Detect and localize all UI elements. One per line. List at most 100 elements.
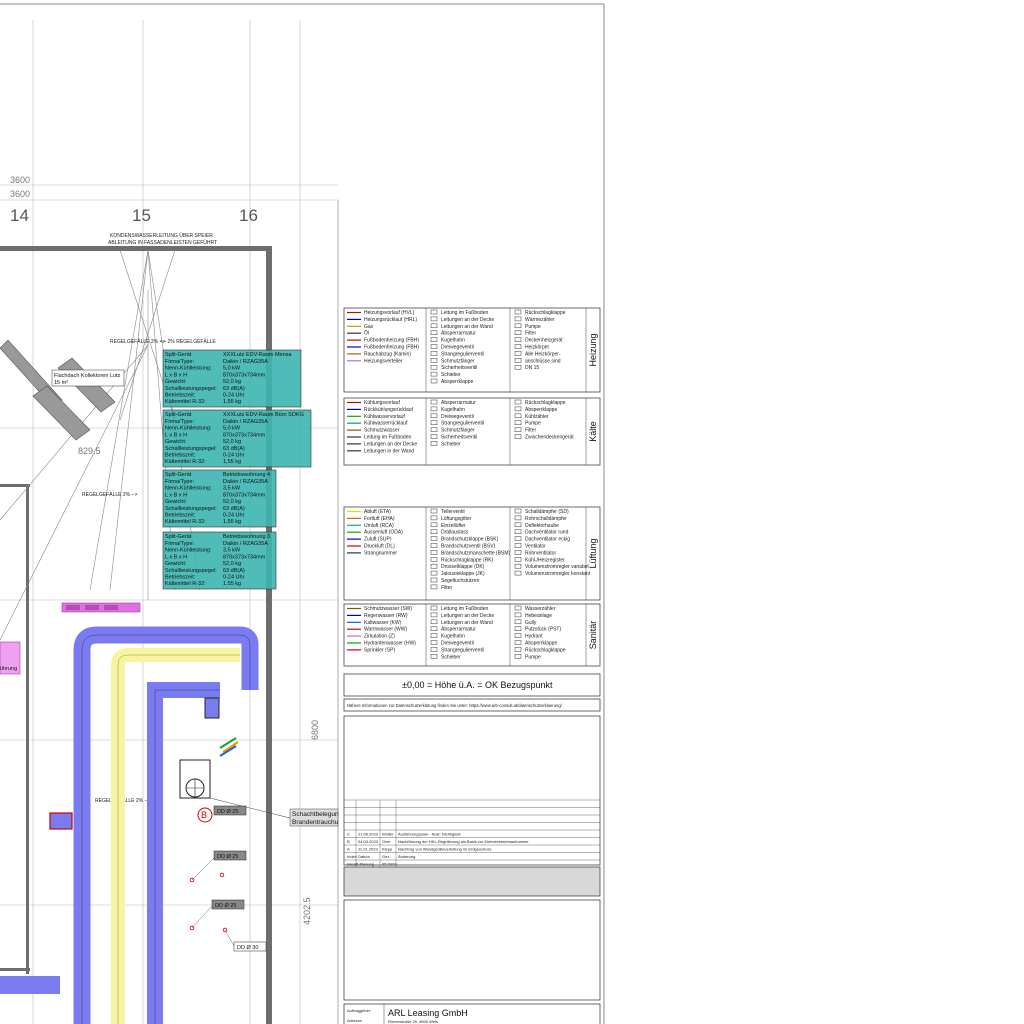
legend-item: Leitungen an der Wand [441, 324, 493, 330]
legend-item: DN 15 [525, 365, 539, 371]
split-unit-row-label: L x B x H [165, 554, 187, 560]
split-unit-title: Split-Gerät [165, 534, 192, 540]
split-unit-row-value: 52,0 kg [223, 439, 241, 445]
legend-item: Schmutzfänger [441, 358, 475, 364]
legend-item: Schieber [441, 441, 461, 447]
legend-item: Schmutzwasser [364, 428, 400, 434]
split-unit-row-label: Firma/Type: [165, 541, 195, 547]
revision-row: A 11.01.2023 Klepp Nachtrag von Wandgerätev… [347, 847, 491, 852]
legend-item: Schieber [441, 372, 461, 378]
legend-item: Leitung im Fußboden [441, 310, 488, 316]
legend-item: Einzellüfter [441, 523, 466, 529]
legend-item: Schalldämpfer (SD) [525, 509, 569, 515]
legend-item: Hydrantenwasser (HW) [364, 641, 416, 647]
split-unit-card: Split-Gerät XXXLutz EDV-Raum Büro SOKG Fir… [162, 409, 312, 468]
split-unit-row-label: Schallleistungspegel: [165, 506, 217, 512]
legend-item: Sicherheitsventil [441, 435, 477, 441]
revision-index: C [347, 832, 350, 837]
legend-item: Dreiwegeventil [441, 414, 474, 420]
split-unit-row-value: 870x373x734mm [223, 432, 266, 438]
legend-item: Lüftungsgitter [441, 516, 472, 522]
split-unit-row-label: Gewicht: [165, 499, 187, 505]
split-unit-row-label: Gewicht: [165, 439, 187, 445]
blank-box [343, 899, 601, 1001]
revision-row: B 04.03.2023 Over Nachführung der HKL-Regul… [347, 839, 529, 844]
legend-item: Leitung im Fußboden [364, 435, 411, 441]
split-unit-row-value: 3,5 kW [223, 548, 241, 554]
split-unit-row-value: 1,55 kg [223, 581, 241, 587]
split-unit-row-value: Daikin / RZAG35A [223, 479, 268, 485]
split-unit-row-label: L x B x H [165, 432, 187, 438]
legend-item: Pumpe [525, 421, 541, 427]
legend-item: Strangnummer [364, 550, 397, 556]
legend-item: Sprinkler (SP) [364, 647, 395, 653]
split-unit-row-value: Daikin / RZAG35A [223, 419, 268, 425]
legend-item: Filter [441, 585, 452, 591]
split-unit-row-label: Betriebszeit: [165, 393, 196, 399]
split-unit-row-value: 0-24 Uhr [223, 453, 245, 459]
legend-item: Gas [364, 324, 374, 330]
slope-note-left-1: REGELGEFÄLLE 2% --> [110, 338, 166, 345]
legend-item: Leitungen an der Decke [441, 613, 494, 619]
pink-equipment-label: ührung [0, 666, 17, 672]
legend-item: Jalousieklappe (JK) [441, 571, 485, 577]
legend-item: Dachventilator eckig [525, 537, 570, 543]
legend-item: Alle Heizkörper- [525, 351, 561, 357]
legend-item: Tellerventil [441, 509, 465, 515]
legend-item: Rückschlagklappe [525, 400, 566, 406]
split-unit-row-label: Nenn-Kühlleistung: [165, 366, 212, 372]
dd-tags [189, 805, 267, 952]
legend-item: Schieber [441, 654, 461, 660]
legend-item: Rohrschalldämpfer [525, 516, 567, 522]
legend-item: Strangregulierventil [441, 647, 484, 653]
split-unit-row-label: Schallleistungspegel: [165, 568, 217, 574]
split-unit-row-label: L x B x H [165, 492, 187, 498]
legend-item: Dreiwegeventil [441, 641, 474, 647]
legend-item: Putzstück (PST) [525, 627, 561, 633]
split-unit-name: XXXLutz EDV-Raum Mensa [223, 352, 292, 358]
revision-index: Index [347, 854, 357, 859]
legend-item: Brandschutzmanschette (BSM) [441, 550, 511, 556]
dim-3600-a: 3600 [10, 175, 30, 185]
split-unit-card: Split-Gerät Betriebswohnung 4 Firma/Type: D… [162, 469, 277, 528]
hvac-floor-plan: 3600 3600 14 15 16 KONDENSWASSERLEITUNG … [0, 3, 605, 1024]
legend-item: Absperrarmatur [441, 331, 476, 337]
legend-item: Volumenstromregler konstant [525, 571, 591, 577]
legend-item: Kühlwasserrücklauf [364, 421, 408, 427]
legend-item: Rohrventilator [525, 550, 556, 556]
axis-label-15: 15 [132, 206, 151, 225]
revision-text: Ausführungsplan · Nutz: Richtigkeit [398, 832, 461, 837]
address-value: Römerstraße 25, 4600 Wels [388, 1019, 438, 1024]
dim-829: 829.5 [78, 446, 101, 456]
split-unit-row-label: Kältemittel R-32: [165, 581, 206, 587]
revision-row: C 21.06.2023 Wolfer Ausführungsplan · Nutz:… [347, 832, 461, 837]
legend-section-label: Lüftung [588, 538, 598, 568]
legend-section-kaelte: Kälte KühlungsvorlaufRückkühlungsrücklauf… [343, 397, 601, 466]
legend-item: Hebeanlage [525, 613, 552, 619]
split-unit-row-value: 5,0 kW [223, 366, 241, 372]
legend-item: Hydrant [525, 634, 543, 640]
legend-item: Sicherheitsventil [441, 365, 477, 371]
split-unit-row-value: Daikin / RZAG35A [223, 541, 268, 547]
legend-item: Kühlwasservorlauf [364, 414, 405, 420]
legend-item: Drallauslass [441, 530, 469, 536]
split-unit-row-value: 63 dB(A) [223, 568, 245, 574]
split-unit-row-label: Betriebszeit: [165, 513, 196, 519]
revision-author: Over [382, 839, 391, 844]
split-unit-row-value: 870x373x734mm [223, 372, 266, 378]
legend-item: Absperrklappe [441, 379, 473, 385]
shaft-label-1: Schachtbelegun [292, 811, 339, 818]
legend-item: Aussenluft (ODA) [364, 530, 403, 536]
split-unit-row-label: Kältemittel R-32: [165, 459, 206, 465]
split-unit-row-label: Kältemittel R-32: [165, 399, 206, 405]
legend-item: Schmutzwasser (SW) [364, 606, 412, 612]
reference-text: ±0,00 = Höhe ü.A. = OK Bezugspunkt [402, 680, 553, 690]
legend-item: Öl [364, 330, 369, 337]
legend-item: Rückschlagklappe [525, 647, 566, 653]
legend-item: Deckenheizgerät [525, 338, 563, 344]
split-unit-row-value: 3,5 kW [223, 486, 241, 492]
dd-tag-4: DD Ø 30 [237, 945, 258, 951]
split-unit-row-value: 0-24 Uhr [223, 575, 245, 581]
legend-item: Ventilator [525, 544, 546, 550]
legend-item: Leitungen an der Decke [441, 317, 494, 323]
